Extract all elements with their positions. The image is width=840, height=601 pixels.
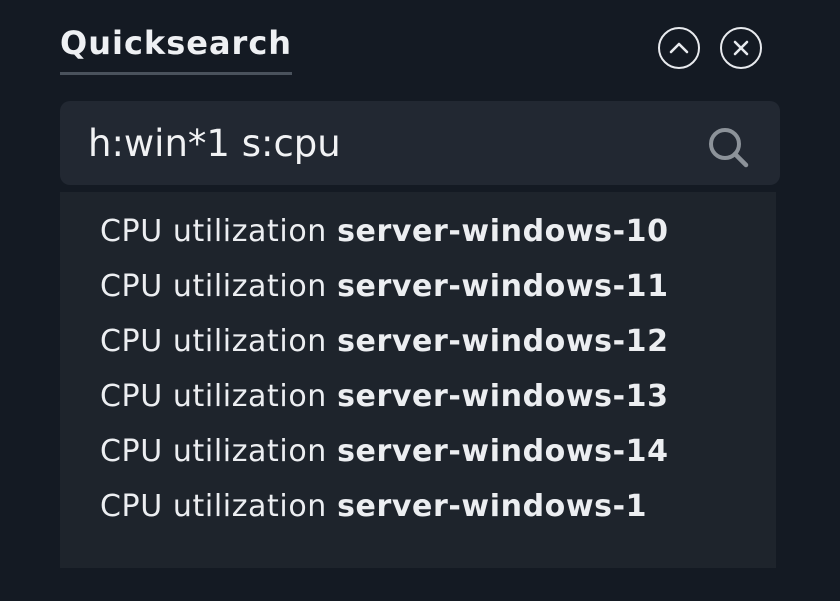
result-service: CPU utilization (100, 214, 327, 249)
result-item[interactable]: CPU utilization server-windows-13 (100, 379, 669, 414)
result-service: CPU utilization (100, 434, 327, 469)
close-icon (733, 40, 749, 56)
result-host: server-windows-14 (337, 434, 669, 469)
result-service: CPU utilization (100, 489, 327, 524)
result-item[interactable]: CPU utilization server-windows-14 (100, 434, 669, 469)
result-service: CPU utilization (100, 269, 327, 304)
result-service: CPU utilization (100, 324, 327, 359)
search-icon[interactable] (704, 124, 752, 172)
result-service: CPU utilization (100, 379, 327, 414)
result-item[interactable]: CPU utilization server-windows-1 (100, 489, 647, 524)
result-host: server-windows-12 (337, 324, 669, 359)
collapse-button[interactable] (658, 27, 700, 69)
search-box (60, 101, 780, 185)
results-list: CPU utilization server-windows-10 CPU ut… (60, 192, 776, 568)
result-item[interactable]: CPU utilization server-windows-12 (100, 324, 669, 359)
title-underline (60, 72, 292, 75)
search-input[interactable] (88, 119, 688, 167)
result-host: server-windows-1 (337, 489, 648, 524)
result-host: server-windows-13 (337, 379, 669, 414)
result-host: server-windows-10 (337, 214, 669, 249)
panel-title: Quicksearch (60, 24, 293, 62)
result-item[interactable]: CPU utilization server-windows-11 (100, 269, 669, 304)
quicksearch-panel: Quicksearch CPU utilization server-windo… (0, 0, 840, 601)
result-item[interactable]: CPU utilization server-windows-10 (100, 214, 669, 249)
close-button[interactable] (720, 27, 762, 69)
result-host: server-windows-11 (337, 269, 669, 304)
chevron-up-icon (669, 42, 689, 54)
